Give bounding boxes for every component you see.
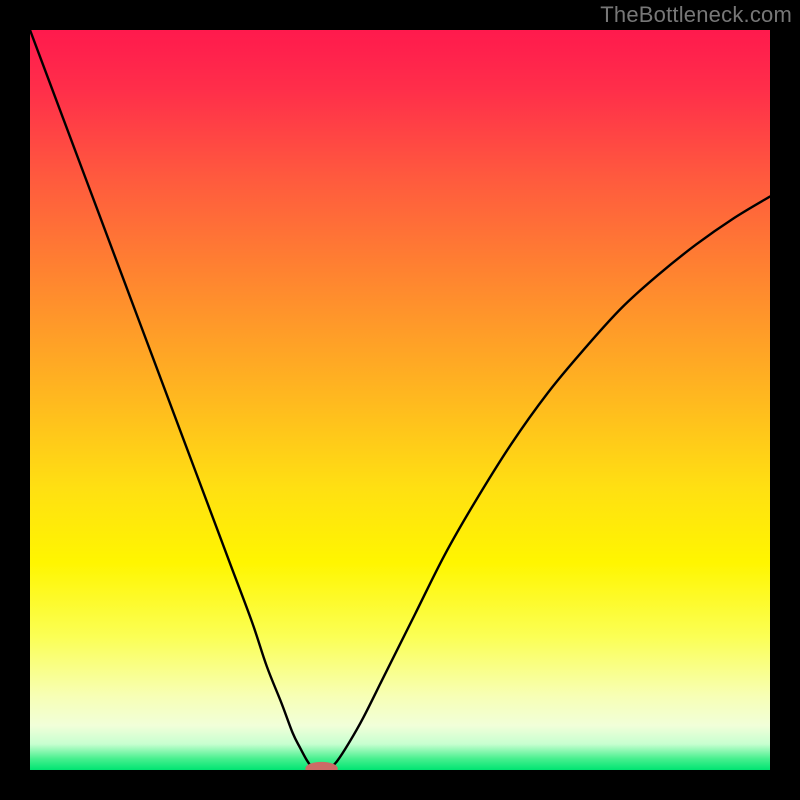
plot-area (30, 30, 770, 770)
chart-frame: TheBottleneck.com (0, 0, 800, 800)
gradient-background (30, 30, 770, 770)
chart-svg (30, 30, 770, 770)
watermark-text: TheBottleneck.com (600, 2, 792, 28)
